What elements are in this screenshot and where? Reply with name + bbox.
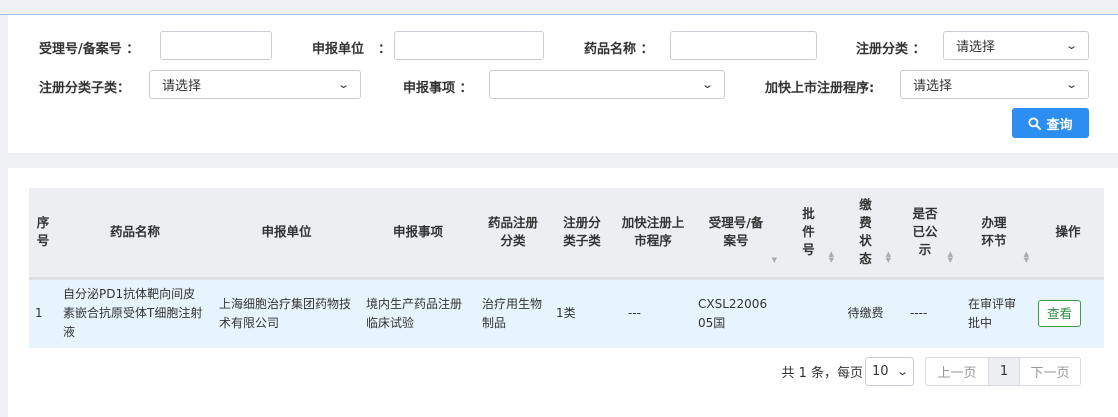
sort-icon[interactable]: ▲ ▼ bbox=[886, 250, 891, 263]
pagination: 共 1 条，每页 10 ⌄ 上一页 1 下一页 bbox=[781, 357, 1081, 386]
cell-stage: 在审评审批中 bbox=[968, 296, 1017, 330]
col-reg-category: 药品注册分类 bbox=[476, 188, 550, 280]
cell-approval-no bbox=[780, 278, 837, 348]
application-item-select[interactable]: ⌄ bbox=[489, 70, 725, 99]
page-size-value: 10 bbox=[872, 364, 889, 379]
cell-published: ---- bbox=[910, 306, 928, 321]
col-reg-subcategory: 注册分类子类 bbox=[550, 188, 614, 280]
cell-fast-track: --- bbox=[628, 306, 641, 321]
col-published[interactable]: 是否已公示 ▲ ▼ bbox=[894, 188, 956, 280]
col-payment-status[interactable]: 缴费状态 ▲ ▼ bbox=[837, 188, 894, 280]
col-accept-no[interactable]: 受理号/备案号 ▼ bbox=[692, 188, 780, 280]
col-fast-track: 加快注册上市程序 bbox=[614, 188, 692, 280]
chevron-down-icon: ⌄ bbox=[1064, 39, 1078, 52]
applicant-colon: ： bbox=[378, 42, 392, 57]
chevron-down-icon: ⌄ bbox=[1064, 78, 1078, 91]
chevron-down-icon: ⌄ bbox=[895, 365, 909, 378]
search-icon bbox=[1028, 116, 1042, 130]
query-button[interactable]: 查询 bbox=[1012, 108, 1089, 138]
cell-reg-subcategory: 1类 bbox=[556, 306, 576, 321]
sort-icon[interactable]: ▲ ▼ bbox=[1024, 250, 1029, 263]
col-approval-no[interactable]: 批件号 ▲ ▼ bbox=[780, 188, 837, 280]
chevron-down-icon: ⌄ bbox=[336, 78, 350, 91]
results-table: 序号 药品名称 申报单位 申报事项 药品注册分类 注册分类子类 加快注册上市程序… bbox=[29, 188, 1104, 348]
reg-category-value: 请选择 bbox=[956, 40, 996, 55]
cell-seq: 1 bbox=[35, 306, 43, 321]
next-page-button[interactable]: 下一页 bbox=[1019, 357, 1081, 386]
reg-category-label: 注册分类 ： bbox=[856, 42, 926, 57]
cell-accept-no: CXSL2200605国 bbox=[698, 296, 768, 330]
fast-track-select[interactable]: 请选择 ⌄ bbox=[900, 70, 1089, 99]
reg-subcategory-select[interactable]: 请选择 ⌄ bbox=[149, 70, 361, 99]
col-action: 操作 bbox=[1032, 188, 1104, 280]
cell-payment-status: 待缴费 bbox=[847, 306, 884, 321]
results-panel: 序号 药品名称 申报单位 申报事项 药品注册分类 注册分类子类 加快注册上市程序… bbox=[8, 168, 1118, 417]
col-application-item: 申报事项 bbox=[360, 188, 476, 280]
cell-reg-category: 治疗用生物制品 bbox=[482, 296, 543, 330]
col-seq: 序号 bbox=[29, 188, 57, 280]
cell-applicant: 上海细胞治疗集团药物技术有限公司 bbox=[219, 296, 352, 330]
cell-drug-name: 自分泌PD1抗体靶向间皮素嵌合抗原受体T细胞注射液 bbox=[63, 287, 203, 340]
table-row: 1 自分泌PD1抗体靶向间皮素嵌合抗原受体T细胞注射液 上海细胞治疗集团药物技术… bbox=[29, 278, 1104, 348]
drug-name-label: 药品名称 ： bbox=[584, 42, 654, 57]
sort-icon[interactable]: ▲ ▼ bbox=[829, 250, 834, 263]
cell-application-item: 境内生产药品注册临床试验 bbox=[366, 296, 463, 330]
sort-desc-icon[interactable]: ▼ bbox=[772, 256, 777, 263]
col-drug-name: 药品名称 bbox=[57, 188, 213, 280]
pagination-total: 共 1 条，每页 bbox=[781, 366, 863, 381]
reg-subcategory-value: 请选择 bbox=[162, 79, 202, 94]
accept-no-input[interactable] bbox=[160, 31, 272, 60]
application-item-label: 申报事项 ： bbox=[403, 81, 473, 96]
cell-action: 查看 bbox=[1032, 278, 1104, 348]
table-header-row: 序号 药品名称 申报单位 申报事项 药品注册分类 注册分类子类 加快注册上市程序… bbox=[29, 188, 1104, 280]
fast-track-value: 请选择 bbox=[913, 79, 953, 94]
search-panel: 受理号/备案号 ： 申报单位 ： 药品名称 ： 注册分类 ： 请选择 ⌄ 注册分… bbox=[8, 15, 1118, 153]
current-page[interactable]: 1 bbox=[989, 357, 1019, 386]
prev-page-button[interactable]: 上一页 bbox=[925, 357, 989, 386]
applicant-input[interactable] bbox=[394, 31, 544, 60]
fast-track-label: 加快上市注册程序: bbox=[765, 81, 875, 96]
drug-name-input[interactable] bbox=[670, 31, 817, 60]
reg-category-select[interactable]: 请选择 ⌄ bbox=[943, 31, 1089, 60]
applicant-label: 申报单位 bbox=[312, 42, 365, 57]
query-button-label: 查询 bbox=[1046, 117, 1073, 133]
view-button[interactable]: 查看 bbox=[1038, 300, 1082, 328]
accept-no-label: 受理号/备案号 ： bbox=[39, 42, 140, 57]
col-applicant: 申报单位 bbox=[213, 188, 360, 280]
sort-icon[interactable]: ▲ ▼ bbox=[948, 250, 953, 263]
col-stage[interactable]: 办理环节 ▲ ▼ bbox=[956, 188, 1032, 280]
reg-subcategory-label: 注册分类子类： bbox=[39, 81, 131, 96]
chevron-down-icon: ⌄ bbox=[700, 78, 714, 91]
page-size-select[interactable]: 10 ⌄ bbox=[865, 357, 914, 386]
